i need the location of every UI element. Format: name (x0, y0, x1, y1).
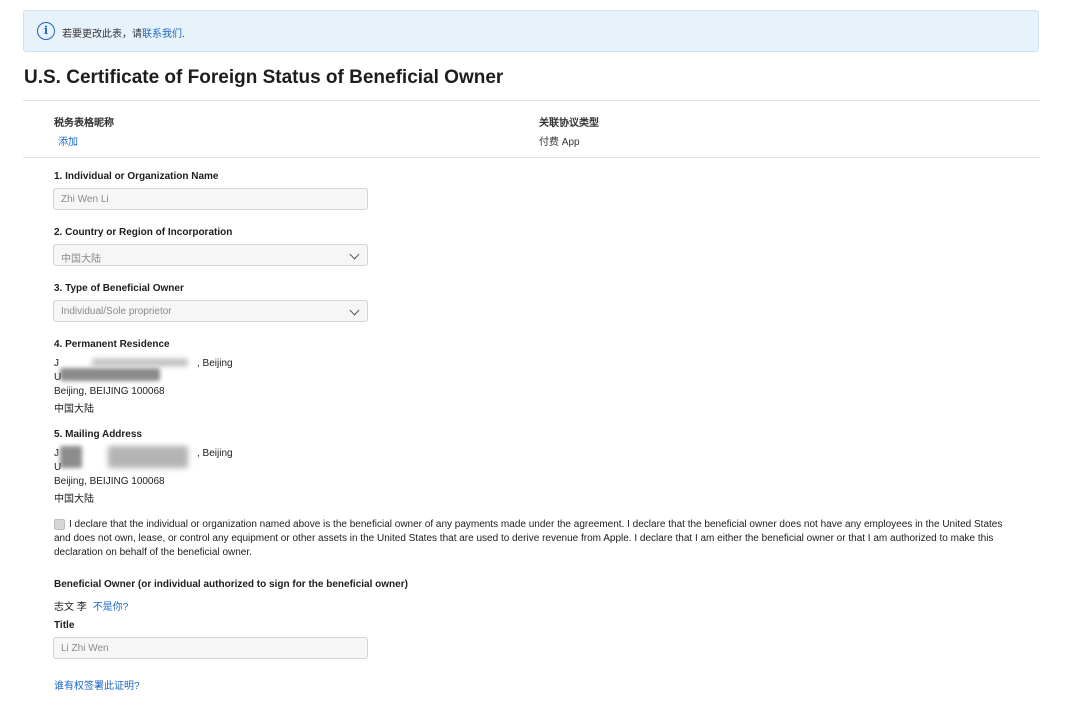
owner-type-value: Individual/Sole proprietor (61, 306, 172, 317)
address-line-1-end: , Beijing (197, 358, 233, 369)
mailing-address-line-4: 中国大陆 (54, 494, 94, 505)
signer-name: 志文 李 (54, 602, 87, 613)
country-value: 中国大陆 (61, 254, 101, 265)
declaration-text: I declare that the individual or organiz… (54, 519, 1003, 558)
agreement-type-label: 关联协议类型 (539, 118, 599, 129)
tax-form-nickname-label: 税务表格昵称 (54, 118, 114, 129)
country-label: 2. Country or Region of Incorporation (54, 227, 233, 238)
beneficial-owner-label: Beneficial Owner (or individual authoriz… (54, 579, 408, 590)
who-can-sign-link[interactable]: 谁有权签署此证明? (54, 677, 140, 692)
address-line-1-start: J (54, 358, 59, 369)
banner-suffix: . (182, 29, 185, 40)
divider (23, 100, 1040, 101)
agreement-type-value: 付费 App (539, 137, 580, 148)
redaction-block (92, 359, 188, 366)
page-title: U.S. Certificate of Foreign Status of Be… (24, 67, 504, 88)
address-line-1-end: , Beijing (197, 448, 233, 459)
banner-message: 若要更改此表，请 (62, 29, 142, 40)
divider (23, 157, 1040, 158)
title-label: Title (54, 620, 75, 631)
banner-text: 若要更改此表，请联系我们. (62, 25, 185, 40)
mailing-address-line-2: U (54, 462, 62, 473)
owner-type-select[interactable]: Individual/Sole proprietor (53, 300, 368, 322)
owner-type-label: 3. Type of Beneficial Owner (54, 283, 184, 294)
mailing-address-line-3: Beijing, BEIJING 100068 (54, 476, 165, 487)
permanent-address-line-2: U (54, 372, 62, 383)
mailing-address-label: 5. Mailing Address (54, 429, 142, 440)
address-line-1-start: J (54, 448, 59, 459)
name-value: Zhi Wen Li (61, 194, 109, 205)
title-field[interactable]: Li Zhi Wen (53, 637, 368, 659)
permanent-address-line-4: 中国大陆 (54, 404, 94, 415)
name-field[interactable]: Zhi Wen Li (53, 188, 368, 210)
contact-us-link[interactable]: 联系我们 (142, 29, 182, 40)
country-select[interactable]: 中国大陆 (53, 244, 368, 266)
redaction-block (60, 446, 82, 468)
name-label: 1. Individual or Organization Name (54, 171, 219, 182)
add-nickname-link[interactable]: 添加 (58, 133, 78, 148)
not-you-link[interactable]: 不是你? (93, 602, 129, 613)
redaction-block (108, 446, 188, 468)
permanent-residence-label: 4. Permanent Residence (54, 339, 170, 350)
info-banner: i 若要更改此表，请联系我们. (23, 10, 1039, 52)
permanent-address-line-3: Beijing, BEIJING 100068 (54, 386, 165, 397)
redaction-block (60, 368, 160, 381)
chevron-down-icon (349, 249, 360, 260)
chevron-down-icon (349, 305, 360, 316)
info-icon: i (37, 22, 55, 40)
title-value: Li Zhi Wen (61, 643, 109, 654)
signer-name-row: 志文 李不是你? (54, 598, 128, 613)
